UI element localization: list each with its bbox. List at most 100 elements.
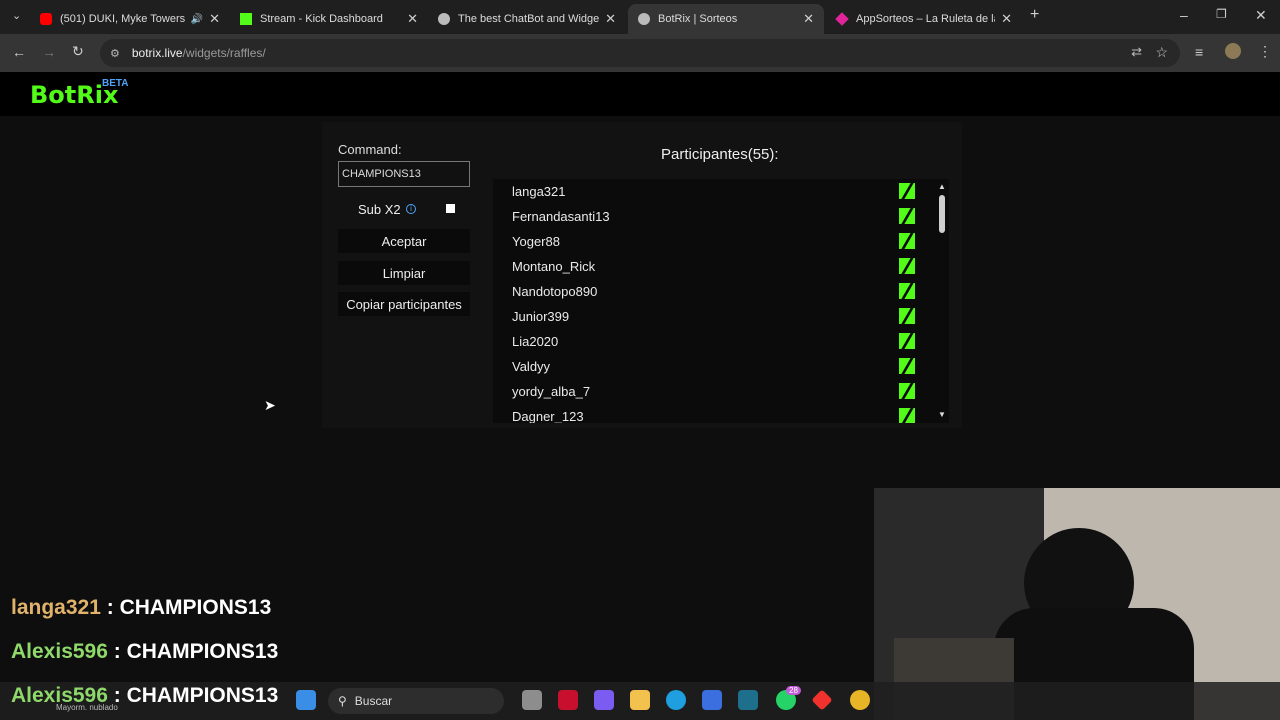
tab-youtube[interactable]: (501) DUKI, Myke Towers - I 🔊 ✕ [30, 4, 230, 34]
close-tab-icon[interactable]: ✕ [209, 11, 220, 27]
new-tab-icon[interactable]: + [1030, 6, 1039, 24]
participant-name: yordy_alba_7 [512, 384, 591, 399]
chat-user: Alexis596 [11, 640, 108, 663]
chat-line: Alexis596 : CHAMPIONS13 [11, 684, 278, 708]
task-view-icon[interactable] [522, 690, 542, 710]
participant-row: Nandotopo890 [493, 279, 933, 304]
participant-name: Nandotopo890 [512, 284, 598, 299]
copilot-icon[interactable] [594, 690, 614, 710]
whatsapp-badge: 28 [786, 686, 801, 695]
chat-line: langa321 : CHAMPIONS13 [11, 596, 271, 620]
info-icon[interactable]: i [406, 204, 416, 214]
participants-list[interactable]: langa321 Fernandasanti13 Yoger88 Montano… [493, 179, 949, 423]
clear-button[interactable]: Limpiar [338, 261, 470, 285]
chat-separator: : [107, 640, 127, 663]
sub-x2-checkbox[interactable] [446, 204, 455, 213]
tab-botrix-sorteos[interactable]: BotRix | Sorteos ✕ [628, 4, 824, 34]
kick-icon [899, 383, 915, 399]
participant-row: Lia2020 [493, 329, 933, 354]
browser-tab-strip: ⌄ (501) DUKI, Myke Towers - I 🔊 ✕ Stream… [0, 0, 1280, 34]
search-icon: ⚲ [338, 694, 347, 708]
participant-name: Valdyy [512, 359, 551, 374]
participants-title: Participantes(55): [661, 146, 779, 163]
sub-x2-label: Sub X2 [358, 202, 401, 217]
close-tab-icon[interactable]: ✕ [407, 11, 418, 27]
copy-participants-button[interactable]: Copiar participantes [338, 292, 470, 316]
translate-icon[interactable]: ⇄ [1131, 44, 1142, 60]
edge-icon[interactable] [666, 690, 686, 710]
scroll-down-arrow-icon[interactable]: ▼ [938, 410, 946, 419]
kick-icon [899, 408, 915, 423]
accept-button[interactable]: Aceptar [338, 229, 470, 253]
tab-label: Stream - Kick Dashboard [260, 13, 383, 25]
kick-icon [899, 358, 915, 374]
participant-name: Yoger88 [512, 234, 560, 249]
participant-row: Montano_Rick [493, 254, 933, 279]
disney-plus-icon[interactable] [738, 690, 758, 710]
chat-user: Alexis596 [11, 684, 108, 707]
tab-appsorteos[interactable]: AppSorteos – La Ruleta de la S ✕ [826, 4, 1022, 34]
tab-kick-dashboard[interactable]: Stream - Kick Dashboard ✕ [230, 4, 428, 34]
chat-separator: : [107, 684, 127, 707]
close-tab-icon[interactable]: ✕ [1001, 11, 1012, 27]
appsorteos-icon [835, 12, 849, 26]
address-host: botrix.live [131, 46, 183, 60]
kick-icon [899, 258, 915, 274]
chrome-icon[interactable] [850, 690, 870, 710]
windows-start-icon[interactable] [296, 690, 316, 710]
tab-label: AppSorteos – La Ruleta de la S [856, 13, 996, 25]
botrix-favicon-icon [638, 13, 650, 25]
kick-icon [899, 283, 915, 299]
profile-avatar[interactable] [1225, 43, 1241, 59]
more-menu-icon[interactable]: ⋮ [1258, 43, 1272, 60]
scrollbar-thumb[interactable] [939, 195, 945, 233]
kick-icon [899, 333, 915, 349]
taskbar-search[interactable]: ⚲ Buscar [328, 688, 504, 714]
bookmark-star-icon[interactable]: ☆ [1155, 44, 1168, 61]
mouse-cursor-icon: ➤ [264, 397, 276, 413]
tab-label: The best ChatBot and Widgets [458, 13, 600, 25]
botrix-favicon-icon [438, 13, 450, 25]
site-info-icon[interactable]: ⚙ [110, 47, 120, 60]
page-content: BotRix BETA Command: CHAMPIONS13 Sub X2 … [0, 72, 1280, 720]
chat-message: CHAMPIONS13 [126, 684, 279, 707]
address-bar[interactable]: ⚙ botrix.live/widgets/raffles/ ⇄ ☆ [100, 39, 1180, 67]
media-controls-icon[interactable]: ≡ [1195, 44, 1203, 60]
chat-message: CHAMPIONS13 [119, 596, 272, 619]
forward-icon[interactable]: → [42, 44, 56, 60]
tab-search-chevron-icon[interactable]: ⌄ [12, 9, 21, 22]
scroll-up-arrow-icon[interactable]: ▲ [938, 182, 946, 191]
close-window-icon[interactable]: ✕ [1255, 7, 1267, 24]
acrobat-icon[interactable] [558, 690, 578, 710]
chat-separator: : [100, 596, 120, 619]
file-explorer-icon[interactable] [630, 690, 650, 710]
chat-message: CHAMPIONS13 [126, 640, 279, 663]
browser-toolbar: ← → ↻ ⚙ botrix.live/widgets/raffles/ ⇄ ☆… [0, 34, 1280, 72]
search-placeholder: Buscar [354, 694, 393, 708]
kick-icon [240, 13, 252, 25]
audio-playing-icon[interactable]: 🔊 [191, 14, 203, 25]
participant-row: Junior399 [493, 304, 933, 329]
back-icon[interactable]: ← [12, 44, 26, 60]
participant-name: langa321 [512, 184, 566, 199]
beta-badge: BETA [102, 78, 129, 89]
participant-row: Fernandasanti13 [493, 204, 933, 229]
chat-line: Alexis596 : CHAMPIONS13 [11, 640, 278, 664]
tab-botrix-home[interactable]: The best ChatBot and Widgets ✕ [428, 4, 626, 34]
command-label: Command: [338, 142, 402, 157]
participant-row: yordy_alba_7 [493, 379, 933, 404]
address-path: /widgets/raffles/ [182, 46, 266, 60]
participant-row: Yoger88 [493, 229, 933, 254]
close-tab-icon[interactable]: ✕ [803, 11, 814, 27]
kick-icon [899, 208, 915, 224]
command-input[interactable]: CHAMPIONS13 [338, 161, 470, 187]
participant-name: Lia2020 [512, 334, 559, 349]
minimize-icon[interactable]: – [1180, 7, 1188, 23]
anydesk-icon[interactable] [811, 689, 833, 711]
store-icon[interactable] [702, 690, 722, 710]
participant-name: Junior399 [512, 309, 570, 324]
participant-row: langa321 [493, 179, 933, 204]
reload-icon[interactable]: ↻ [72, 43, 84, 60]
close-tab-icon[interactable]: ✕ [605, 11, 616, 27]
restore-window-icon[interactable]: ❐ [1216, 7, 1227, 21]
